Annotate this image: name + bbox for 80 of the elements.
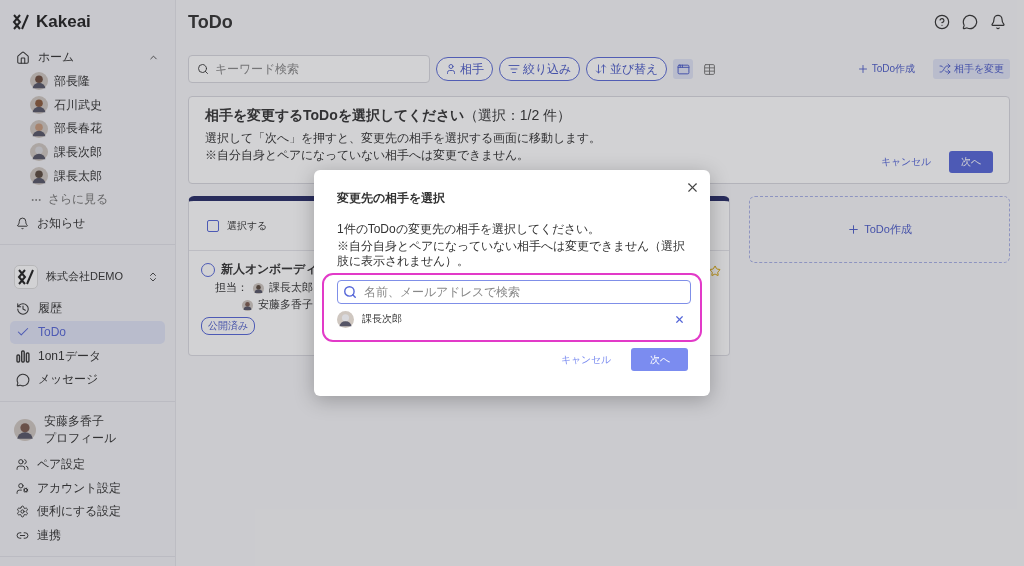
- avatar: [30, 72, 48, 91]
- settings-nav-item[interactable]: 連携: [10, 523, 165, 548]
- avatar: [30, 96, 48, 115]
- logo-icon: [12, 14, 30, 30]
- shuffle-icon: [939, 63, 951, 75]
- banner-text: 選択して「次へ」を押すと、変更先の相手を選択する画面に移動します。: [205, 130, 602, 147]
- chat-bubble-icon: [16, 372, 30, 387]
- member-item[interactable]: 部長隆: [10, 69, 165, 94]
- app-logo: Kakeai: [36, 12, 91, 32]
- plus-icon: [847, 223, 861, 236]
- change-partner-button[interactable]: 相手を変更: [933, 59, 1010, 79]
- notifications-nav-item[interactable]: お知らせ: [10, 211, 165, 236]
- settings-icon: [16, 505, 29, 519]
- settings-nav-item[interactable]: アカウント設定: [10, 476, 165, 500]
- search-field[interactable]: 名前、メールアドレスで検索: [337, 280, 691, 304]
- dialog-text: 1件のToDoの変更先の相手を選択してください。: [337, 221, 601, 238]
- chat-bubble-icon: [962, 14, 978, 30]
- see-more-link[interactable]: さらに見る: [10, 187, 165, 212]
- bar-chart-icon: [16, 349, 30, 364]
- nav-item[interactable]: 履歴: [10, 297, 165, 321]
- sort-arrows-icon: [595, 63, 607, 75]
- avatar: [30, 119, 48, 138]
- home-nav-item[interactable]: ホーム: [10, 46, 165, 70]
- todo-radio[interactable]: [201, 262, 215, 277]
- filter-pill[interactable]: 相手: [436, 57, 493, 81]
- create-todo-card[interactable]: ToDo作成: [749, 196, 1010, 263]
- search-icon: [343, 285, 357, 299]
- window-icon: [676, 62, 690, 76]
- close-icon: [674, 313, 685, 325]
- avatar: [242, 299, 253, 311]
- card-view-button[interactable]: [673, 59, 693, 79]
- up-down-chevron-icon: [147, 270, 159, 283]
- cancel-button[interactable]: キャンセル: [869, 151, 943, 173]
- banner-title: 相手を変更するToDoを選択してください（選択：1/2 件）: [205, 107, 573, 125]
- company-switcher[interactable]: 株式会社DEMO: [10, 262, 165, 292]
- next-button[interactable]: 次へ: [949, 151, 993, 173]
- nav-item[interactable]: 1on1データ: [10, 344, 165, 368]
- history-icon: [16, 301, 30, 316]
- person-icon: [445, 63, 457, 75]
- avatar: [30, 167, 48, 185]
- table-icon: [702, 62, 716, 76]
- filter-pill[interactable]: 並び替え: [586, 57, 667, 81]
- member-item[interactable]: 課長太郎: [10, 164, 165, 188]
- avatar: [253, 282, 264, 294]
- member-item[interactable]: 部長春花: [10, 116, 165, 141]
- close-icon: [685, 180, 700, 195]
- page-title: ToDo: [188, 11, 234, 33]
- help-icon: [934, 14, 950, 30]
- banner-text: ※自分自身とペアになっていない相手へは変更できません。: [205, 147, 530, 164]
- member-item[interactable]: 課長次郎: [10, 140, 165, 165]
- people-icon: [16, 457, 29, 471]
- avatar: [14, 418, 36, 441]
- filter-icon: [508, 63, 520, 75]
- avatar: [337, 310, 354, 328]
- user-gear-icon: [16, 481, 29, 495]
- member-item[interactable]: 石川武史: [10, 93, 165, 117]
- filter-pill[interactable]: 絞り込み: [499, 57, 580, 81]
- nav-item[interactable]: メッセージ: [10, 367, 165, 392]
- person-name: 課長次郎: [362, 312, 402, 326]
- dialog-title: 変更先の相手を選択: [337, 190, 446, 207]
- plus-icon: [856, 63, 869, 75]
- bell-icon: [16, 216, 29, 230]
- status-tag: 公開済み: [201, 317, 255, 335]
- search-icon: [197, 63, 209, 75]
- assignee-label: 担当：: [215, 281, 248, 295]
- settings-nav-item[interactable]: 便利にする設定: [10, 499, 165, 524]
- home-icon: [16, 50, 30, 65]
- select-label: 選択する: [227, 218, 267, 233]
- remove-button[interactable]: [674, 313, 685, 325]
- avatar: [30, 143, 48, 162]
- profile-link[interactable]: 安藤多香子 プロフィール: [10, 410, 165, 449]
- assignee-name: 安藤多香子: [258, 298, 313, 312]
- settings-nav-item[interactable]: ペア設定: [10, 452, 165, 477]
- star-icon[interactable]: [709, 265, 721, 277]
- bell-icon: [990, 14, 1006, 30]
- create-todo-button[interactable]: ToDo作成: [850, 59, 921, 79]
- close-button[interactable]: [685, 180, 700, 195]
- checkbox[interactable]: [207, 219, 219, 232]
- assignee-name: 課長太郎: [269, 281, 313, 295]
- dialog-note: ※自分自身とペアになっていない相手へは変更できません（選択肢に表示されません）。: [337, 239, 686, 269]
